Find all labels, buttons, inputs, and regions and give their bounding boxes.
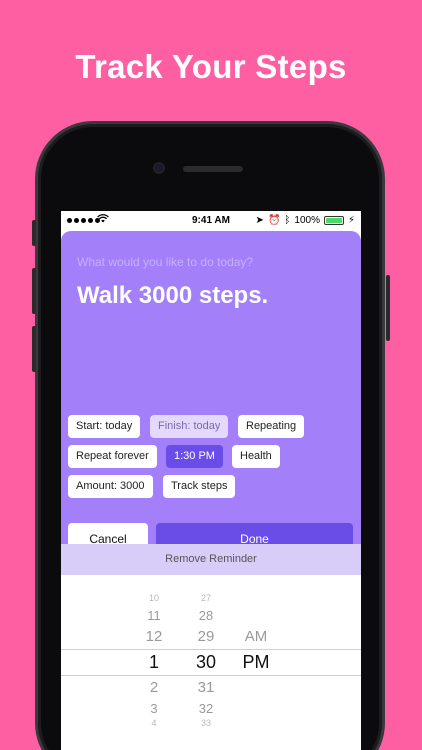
picker-minute[interactable]: 28 <box>191 608 221 623</box>
task-card: What would you like to do today? Walk 30… <box>61 231 361 575</box>
time-picker[interactable]: 10 11 12 1 2 3 4 27 28 29 30 31 32 33 AM… <box>61 575 361 750</box>
picker-minute[interactable]: 27 <box>191 593 221 603</box>
picker-selection-top-line <box>61 649 361 650</box>
finish-chip[interactable]: Finish: today <box>150 415 229 438</box>
picker-minute[interactable]: 32 <box>191 701 221 716</box>
picker-hour[interactable]: 11 <box>139 608 169 623</box>
repeating-chip[interactable]: Repeating <box>238 415 305 438</box>
picker-selection-bottom-line <box>61 675 361 676</box>
status-right: ➤ ⏰ ᛒ 100% ⚡ <box>256 215 355 226</box>
remove-reminder-button[interactable]: Remove Reminder <box>61 544 361 575</box>
headline: Track Your Steps <box>75 48 347 85</box>
alarm-icon: ⏰ <box>267 215 281 226</box>
picker-hour[interactable]: 10 <box>139 593 169 603</box>
earpiece-speaker <box>183 166 243 172</box>
question-prompt: What would you like to do today? <box>77 255 254 269</box>
time-chip[interactable]: 1:30 PM <box>166 445 223 468</box>
picker-hour-selected[interactable]: 1 <box>139 652 169 673</box>
start-chip[interactable]: Start: today <box>68 415 141 438</box>
track-steps-chip[interactable]: Track steps <box>163 475 236 498</box>
picker-hour[interactable]: 2 <box>139 679 169 696</box>
picker-minute[interactable]: 29 <box>191 628 221 645</box>
picker-hour[interactable]: 4 <box>139 718 169 728</box>
picker-minute[interactable]: 31 <box>191 679 221 696</box>
picker-hour[interactable]: 12 <box>139 628 169 645</box>
power-button <box>386 275 390 341</box>
status-bar: 9:41 AM ➤ ⏰ ᛒ 100% ⚡ <box>61 211 361 231</box>
amount-chip[interactable]: Amount: 3000 <box>68 475 153 498</box>
picker-minute[interactable]: 33 <box>191 718 221 728</box>
picker-am[interactable]: AM <box>239 628 273 645</box>
health-chip[interactable]: Health <box>232 445 280 468</box>
location-arrow-icon: ➤ <box>255 215 264 226</box>
picker-minute-selected[interactable]: 30 <box>191 652 221 673</box>
charging-bolt-icon: ⚡ <box>347 215 355 226</box>
picker-pm-selected[interactable]: PM <box>239 652 273 673</box>
mute-switch <box>32 220 36 246</box>
app-screen: 9:41 AM ➤ ⏰ ᛒ 100% ⚡ What would you like… <box>61 211 361 750</box>
front-camera-icon <box>153 162 165 174</box>
task-title[interactable]: Walk 3000 steps. <box>77 282 268 310</box>
battery-percent: 100% <box>294 215 320 226</box>
volume-up-button <box>32 268 36 314</box>
volume-down-button <box>32 326 36 372</box>
bluetooth-icon: ᛒ <box>284 215 291 226</box>
repeat-forever-chip[interactable]: Repeat forever <box>68 445 157 468</box>
battery-icon <box>323 216 344 225</box>
picker-hour[interactable]: 3 <box>139 701 169 716</box>
